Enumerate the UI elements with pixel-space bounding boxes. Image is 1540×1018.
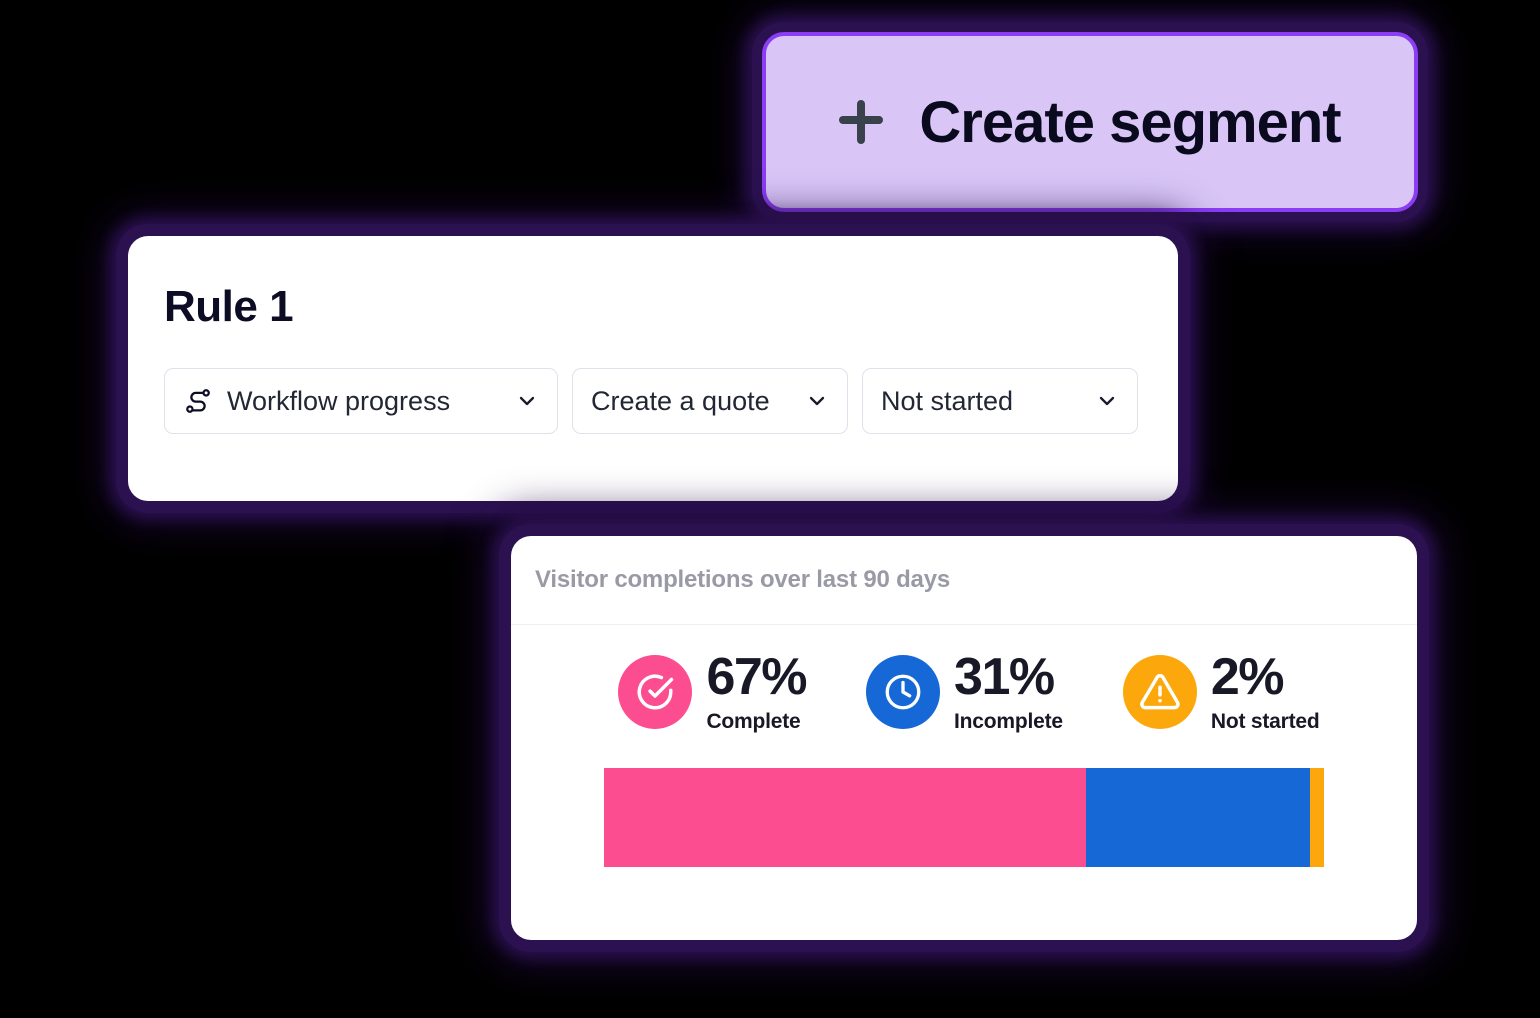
clock-icon	[866, 655, 941, 729]
chart-card-title: Visitor completions over last 90 days	[535, 566, 950, 593]
chevron-down-icon	[805, 389, 829, 413]
completion-stats-row: 67% Complete 31% Incomplete 2% Not start…	[511, 648, 1417, 734]
stat-complete: 67% Complete	[618, 648, 808, 734]
rule-card: Rule 1 Workflow progress Create a quote …	[128, 236, 1178, 501]
status-select[interactable]: Not started	[862, 368, 1138, 434]
stat-not-started-value: 2%	[1210, 648, 1285, 706]
bar-segment-complete	[604, 768, 1087, 868]
create-segment-label: Create segment	[919, 89, 1341, 155]
completion-stacked-bar	[604, 768, 1324, 868]
bar-segment-incomplete	[1086, 768, 1310, 868]
stat-incomplete-label: Incomplete	[954, 710, 1063, 734]
check-circle-icon	[618, 655, 693, 729]
screen-root: Create segment Rule 1 Workflow progress	[0, 0, 1540, 1018]
route-icon	[183, 386, 213, 416]
stat-not-started-text: 2% Not started	[1210, 648, 1320, 734]
stat-incomplete: 31% Incomplete	[866, 648, 1063, 734]
stat-complete-text: 67% Complete	[706, 648, 807, 734]
chevron-down-icon	[515, 389, 539, 413]
workflow-progress-select-value: Workflow progress	[227, 385, 451, 416]
plus-icon	[839, 100, 884, 144]
stat-incomplete-value: 31%	[954, 648, 1055, 706]
stat-incomplete-text: 31% Incomplete	[954, 648, 1063, 734]
stat-not-started-label: Not started	[1210, 710, 1320, 734]
action-select[interactable]: Create a quote	[572, 368, 848, 434]
create-segment-button[interactable]: Create segment	[762, 32, 1418, 212]
bar-segment-not-started	[1309, 768, 1324, 868]
rule-condition-row: Workflow progress Create a quote Not sta…	[164, 368, 1142, 434]
chart-card-body: 67% Complete 31% Incomplete 2% Not start…	[511, 625, 1417, 868]
chevron-down-icon	[1095, 389, 1119, 413]
rule-title: Rule 1	[164, 282, 294, 331]
action-select-value: Create a quote	[591, 385, 770, 416]
stat-complete-value: 67%	[706, 648, 807, 706]
chart-card-header: Visitor completions over last 90 days	[511, 536, 1417, 625]
visitor-completions-card: Visitor completions over last 90 days 67…	[511, 536, 1417, 940]
workflow-progress-select[interactable]: Workflow progress	[164, 368, 558, 434]
warning-triangle-icon	[1122, 655, 1197, 729]
stat-not-started: 2% Not started	[1122, 648, 1320, 734]
stat-complete-label: Complete	[706, 710, 801, 734]
status-select-value: Not started	[881, 385, 1014, 416]
